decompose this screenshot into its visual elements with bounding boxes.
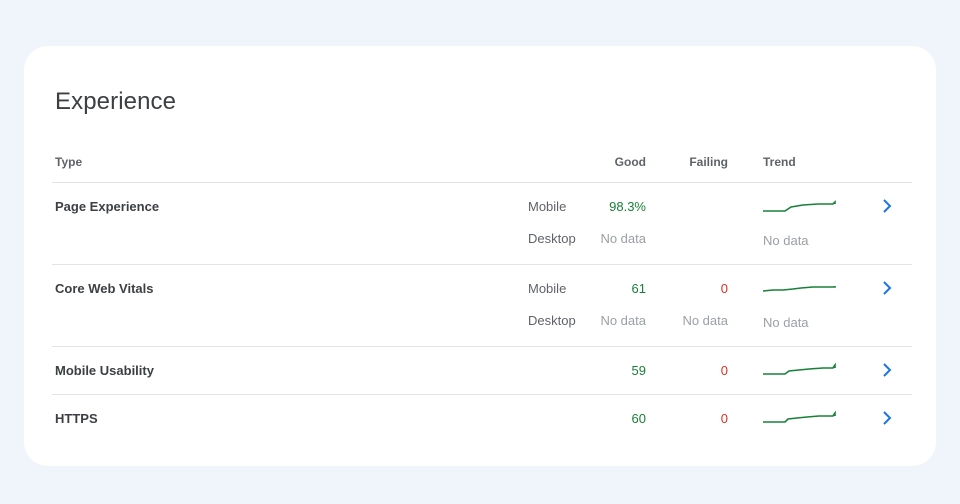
failing-value: 0: [720, 281, 728, 296]
header-type: Type: [55, 155, 83, 169]
trend-sparkline: [763, 411, 836, 423]
good-value: No data: [600, 313, 646, 328]
row-type-label: HTTPS: [55, 411, 98, 426]
trend-no-data: No data: [763, 315, 809, 330]
failing-value: 0: [720, 411, 728, 426]
row-type-label: Page Experience: [55, 199, 160, 214]
header-failing: Failing: [689, 155, 728, 169]
card-title: Experience: [55, 88, 177, 115]
device-label-desktop: Desktop: [528, 231, 576, 246]
good-value: 59: [631, 363, 646, 378]
chevron-right-icon[interactable]: [877, 278, 897, 298]
good-value: 60: [631, 411, 646, 426]
chevron-right-icon[interactable]: [877, 408, 897, 428]
divider: [52, 182, 912, 183]
header-good: Good: [614, 155, 646, 169]
trend-sparkline: [763, 200, 836, 212]
trend-sparkline: [763, 363, 836, 375]
failing-value: 0: [720, 363, 728, 378]
device-label-desktop: Desktop: [528, 313, 576, 328]
device-label-mobile: Mobile: [528, 199, 567, 214]
divider: [52, 346, 912, 347]
experience-card: Experience Type Good Failing Trend Page …: [24, 46, 936, 466]
good-value: No data: [600, 231, 646, 246]
good-value: 61: [631, 281, 646, 296]
row-type-label: Mobile Usability: [55, 363, 154, 378]
divider: [52, 264, 912, 265]
row-type-label: Core Web Vitals: [55, 281, 154, 296]
device-label-mobile: Mobile: [528, 281, 567, 296]
good-value: 98.3%: [609, 199, 646, 214]
divider: [52, 394, 912, 395]
trend-no-data: No data: [763, 233, 809, 248]
chevron-right-icon[interactable]: [877, 360, 897, 380]
chevron-right-icon[interactable]: [877, 196, 897, 216]
header-trend: Trend: [763, 155, 796, 169]
failing-value: No data: [682, 313, 728, 328]
trend-sparkline: [763, 286, 836, 292]
